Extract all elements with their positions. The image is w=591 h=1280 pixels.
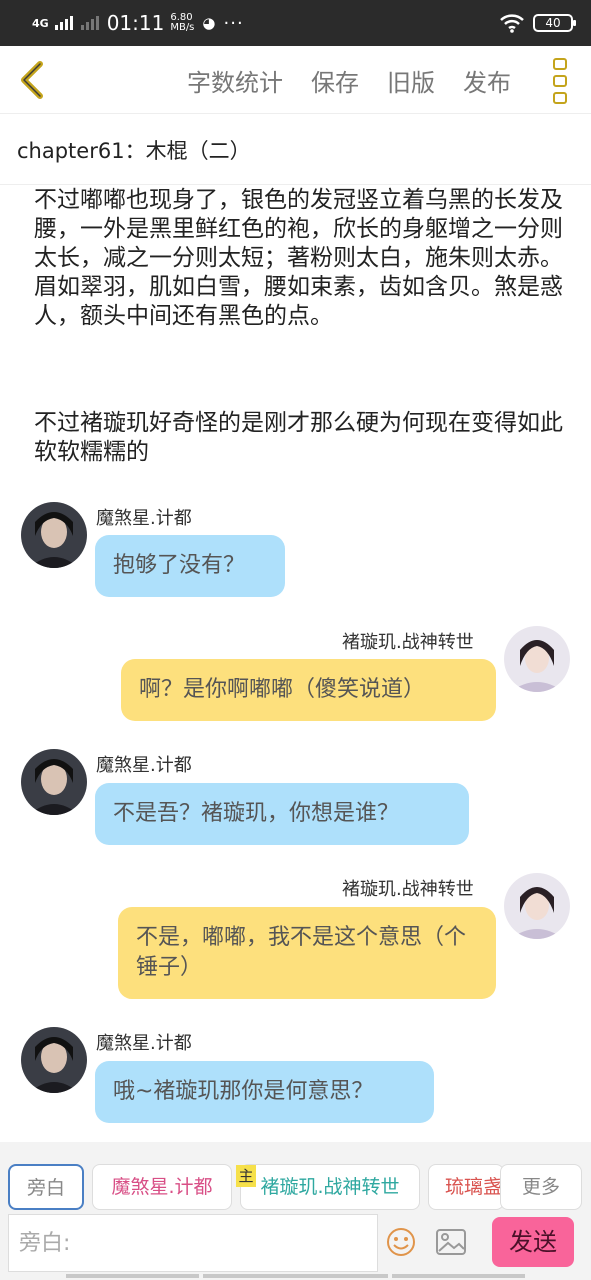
battery-icon: 40 [533, 14, 576, 32]
avatar[interactable] [504, 873, 570, 939]
character-chip-jidu[interactable]: 魔煞星.计都 [92, 1164, 232, 1210]
chat-bubble[interactable]: 抱够了没有？ [95, 535, 285, 597]
editor-toolbar: 字数统计 保存 旧版 发布 [0, 46, 591, 114]
speaker-name: 魔煞星.计都 [96, 755, 192, 776]
save-button[interactable]: 保存 [311, 63, 359, 98]
send-button[interactable]: 发送 [492, 1217, 574, 1267]
speed-unit: MB/s [170, 22, 195, 33]
nav-indicator [66, 1274, 199, 1278]
image-icon[interactable] [435, 1228, 467, 1256]
chat-bubble[interactable]: 哦~褚璇玑那你是何意思？ [95, 1061, 434, 1123]
narration-paragraph[interactable]: 不过褚璇玑好奇怪的是刚才那么硬为何现在变得如此软软糯糯的 [34, 409, 564, 467]
word-count-button[interactable]: 字数统计 [187, 63, 283, 98]
network-type: 4G [32, 16, 49, 30]
avatar[interactable] [21, 749, 87, 815]
network-speed: 6.80 MB/s [170, 13, 194, 33]
speaker-name: 褚璇玑.战神转世 [342, 632, 474, 653]
globe-icon: ◕ [202, 14, 216, 32]
nav-indicator [392, 1274, 525, 1278]
nav-indicator [203, 1274, 388, 1278]
wifi-icon [500, 14, 524, 33]
back-icon[interactable] [14, 58, 54, 102]
chapter-title[interactable]: chapter61：木棍（二） [17, 135, 251, 165]
character-chip-narration[interactable]: 旁白 [8, 1164, 84, 1210]
chat-bubble[interactable]: 不是吾？褚璇玑，你想是谁？ [95, 783, 469, 845]
narration-paragraph[interactable]: 不过嘟嘟也现身了，银色的发冠竖立着乌黑的长发及腰，一外是黑里鲜红色的袍，欣长的身… [34, 186, 564, 331]
avatar[interactable] [21, 1027, 87, 1093]
clock: 01:11 [106, 11, 165, 35]
avatar[interactable] [504, 626, 570, 692]
character-chip-xuanji[interactable]: 褚璇玑.战神转世 [240, 1164, 420, 1210]
more-menu-icon[interactable] [553, 58, 569, 104]
more-characters-button[interactable]: 更多 [500, 1164, 582, 1210]
chat-bubble[interactable]: 啊？是你啊嘟嘟（傻笑说道） [121, 659, 496, 721]
character-chip-liulizhan[interactable]: 琉璃盏 [428, 1164, 504, 1210]
divider [0, 184, 591, 185]
status-bar: 4G 01:11 6.80 MB/s ◕ ··· 40 [0, 0, 591, 46]
toolbar-actions: 字数统计 保存 旧版 发布 [187, 46, 511, 114]
speaker-name: 魔煞星.计都 [96, 1033, 192, 1054]
message-input[interactable]: 旁白: [8, 1214, 378, 1272]
avatar[interactable] [21, 502, 87, 568]
chat-bubble[interactable]: 不是，嘟嘟，我不是这个意思（个锤子） [118, 907, 496, 999]
host-badge: 主 [236, 1165, 256, 1187]
signal-icon [54, 16, 73, 30]
network-indicator: 4G [32, 18, 49, 29]
emoji-icon[interactable] [385, 1226, 417, 1258]
speaker-name: 褚璇玑.战神转世 [342, 879, 474, 900]
speaker-name: 魔煞星.计都 [96, 508, 192, 529]
signal-icon-secondary [80, 16, 99, 30]
more-notifications-icon: ··· [223, 12, 244, 34]
publish-button[interactable]: 发布 [463, 63, 511, 98]
status-right: 40 [499, 13, 576, 33]
old-version-button[interactable]: 旧版 [387, 63, 435, 98]
